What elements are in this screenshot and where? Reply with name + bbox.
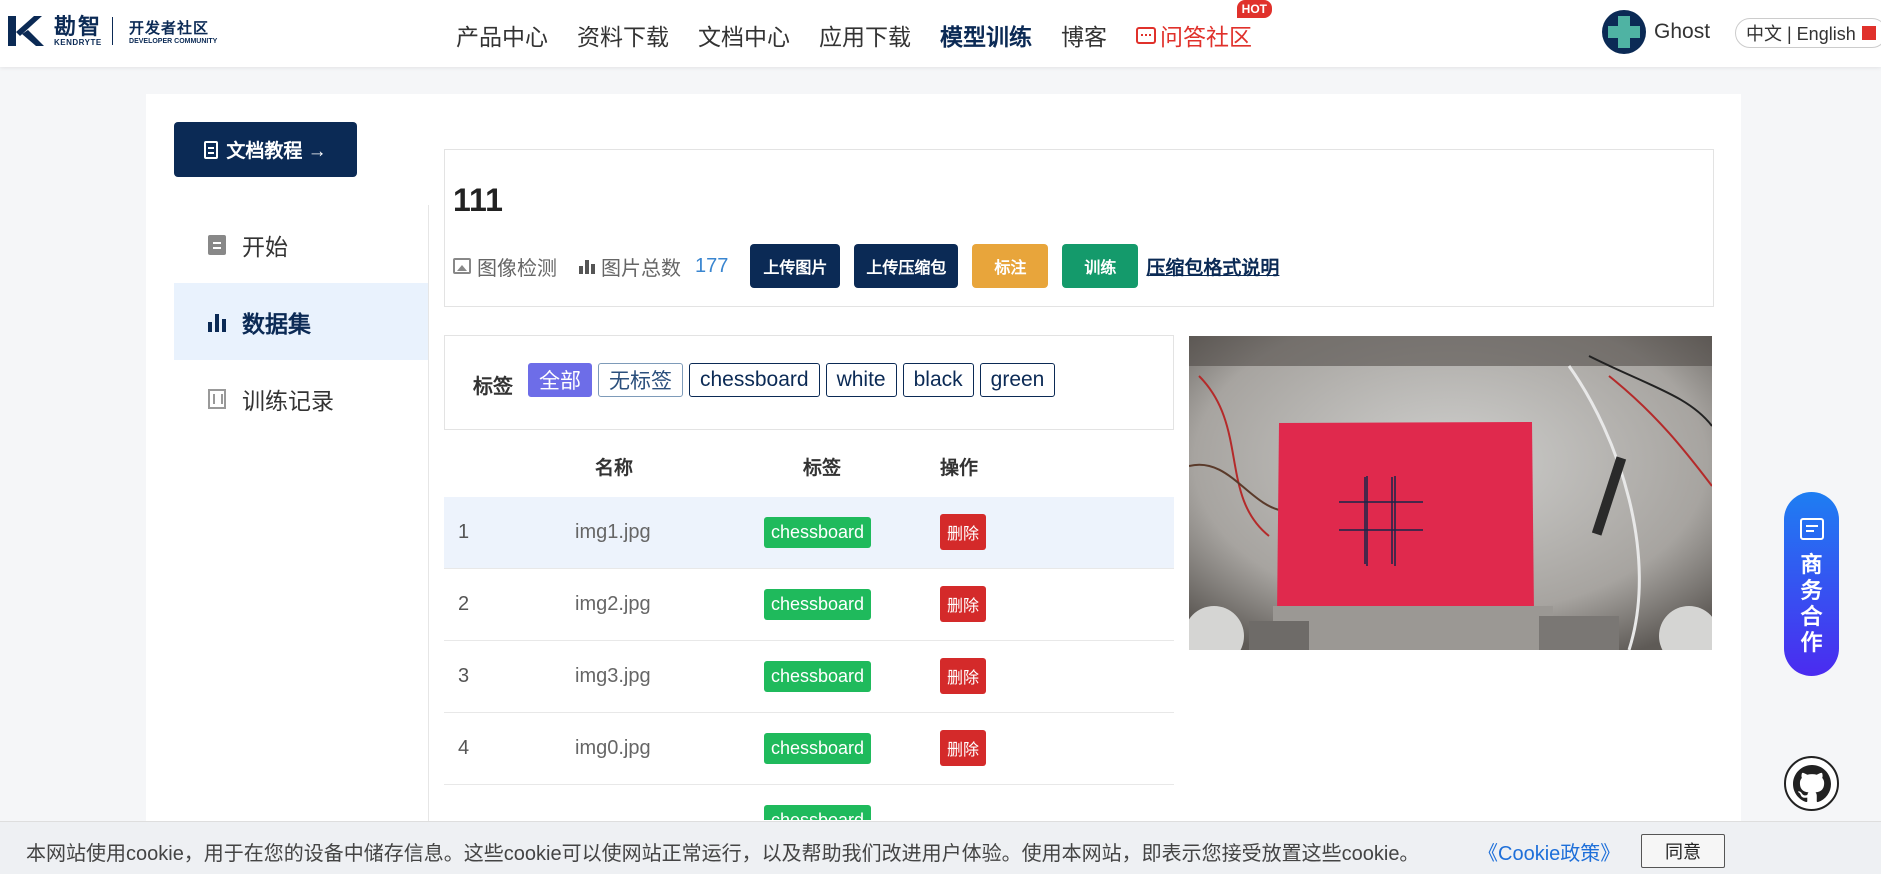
business-cooperation-label: 商务合作 [1800, 552, 1823, 655]
sidebar-divider [428, 205, 429, 874]
dataset-type: 图像检测 [453, 252, 557, 281]
tag-filter: 标签 全部 无标签 chessboard white black green [444, 335, 1174, 430]
tag-filter-label: 标签 [473, 376, 513, 398]
clipboard-icon [208, 234, 226, 255]
github-icon [1792, 764, 1831, 802]
document-icon [204, 140, 219, 159]
delete-button[interactable]: 删除 [940, 586, 986, 622]
tag-chip-white[interactable]: white [825, 363, 897, 397]
row-tag-badge: chessboard [764, 733, 872, 764]
tag-chip-all[interactable]: 全部 [528, 363, 592, 397]
tag-chip-green[interactable]: green [979, 363, 1056, 397]
row-index: 3 [458, 665, 470, 687]
row-filename: img3.jpg [575, 665, 651, 687]
delete-button[interactable]: 删除 [940, 658, 986, 694]
business-cooperation-button[interactable]: 商务合作 [1784, 492, 1839, 676]
image-icon [453, 258, 471, 274]
flag-icon [1861, 26, 1876, 40]
tag-chip-untagged[interactable]: 无标签 [598, 363, 683, 397]
delete-button[interactable]: 删除 [940, 730, 986, 766]
dataset-toolbar: 图像检测 图片总数 177 上传图片 上传压缩包 标注 训练 压缩包格式说明 [453, 244, 1279, 288]
nav-product-center[interactable]: 产品中心 [456, 18, 548, 52]
upload-images-button[interactable]: 上传图片 [750, 244, 841, 288]
train-button[interactable]: 训练 [1062, 244, 1139, 288]
doc-tutorial-button[interactable]: 文档教程 → [174, 122, 357, 177]
github-button[interactable] [1784, 756, 1839, 811]
sidebar-item-start[interactable]: 开始 [174, 206, 428, 283]
bar-chart-icon [579, 258, 595, 274]
main-nav: 产品中心 资料下载 文档中心 应用下载 模型训练 博客 问答社区 HOT [456, 0, 1281, 52]
nav-app-download[interactable]: 应用下载 [819, 18, 911, 52]
tag-chip-chessboard[interactable]: chessboard [689, 363, 820, 397]
tag-chip-black[interactable]: black [902, 363, 974, 397]
avatar [1602, 10, 1646, 54]
column-header-name: 名称 [595, 458, 634, 479]
row-tag-badge: chessboard [764, 805, 872, 820]
row-index: 1 [458, 521, 470, 543]
table-row[interactable]: 2 img2.jpg chessboard 删除 [444, 569, 1174, 641]
row-filename: img1.jpg [575, 521, 651, 543]
table-row[interactable]: 4 img0.jpg chessboard 删除 [444, 713, 1174, 785]
cookie-banner: 本网站使用cookie，用于在您的设备中储存信息。这些cookie可以使网站正常… [0, 821, 1881, 874]
nav-downloads[interactable]: 资料下载 [577, 18, 669, 52]
sidebar-item-label: 数据集 [242, 310, 311, 337]
column-header-tag: 标签 [803, 458, 842, 479]
image-count: 图片总数 177 [579, 252, 728, 281]
dataset-title: 111 [453, 182, 503, 218]
image-count-label: 图片总数 [601, 257, 681, 280]
image-table: 名称 标签 操作 1 img1.jpg chessboard 删除 2 img2… [444, 435, 1174, 820]
cookie-accept-button[interactable]: 同意 [1641, 834, 1725, 868]
community-chinese: 开发者社区 [129, 20, 210, 37]
site-logo[interactable]: 勘智 KENDRYTE 开发者社区 DEVELOPER COMMUNITY [6, 12, 217, 50]
annotate-button[interactable]: 标注 [972, 244, 1049, 288]
bar-chart-icon [208, 312, 226, 332]
row-index: 2 [458, 593, 470, 615]
tag-list: 全部 无标签 chessboard white black green [528, 363, 1061, 397]
sidebar-item-label: 训练记录 [242, 387, 334, 414]
user-menu[interactable]: Ghost [1602, 10, 1710, 54]
upload-zip-button[interactable]: 上传压缩包 [854, 244, 959, 288]
logo-chinese: 勘智 [54, 13, 103, 39]
row-index: 4 [458, 737, 470, 759]
column-header-action: 操作 [940, 458, 979, 479]
dataset-header: 111 图像检测 图片总数 177 上传图片 上传压缩包 标注 训练 压缩包格式… [444, 149, 1714, 307]
doc-tutorial-label: 文档教程 → [226, 141, 327, 162]
cookie-message: 本网站使用cookie，用于在您的设备中储存信息。这些cookie可以使网站正常… [26, 843, 1420, 865]
delete-button[interactable]: 删除 [940, 514, 986, 550]
row-tag-badge: chessboard [764, 589, 872, 620]
top-navbar: 勘智 KENDRYTE 开发者社区 DEVELOPER COMMUNITY 产品… [0, 0, 1881, 67]
community-english: DEVELOPER COMMUNITY [129, 38, 218, 45]
nav-blog[interactable]: 博客 [1061, 18, 1107, 52]
preview-photo [1189, 336, 1712, 650]
row-tag-badge: chessboard [764, 517, 872, 548]
logo-english: KENDRYTE [54, 37, 102, 47]
zip-format-link[interactable]: 压缩包格式说明 [1146, 253, 1279, 280]
dataset-type-label: 图像检测 [477, 257, 557, 280]
nav-docs[interactable]: 文档中心 [698, 18, 790, 52]
sidebar-item-dataset[interactable]: 数据集 [174, 283, 428, 360]
sidebar-item-label: 开始 [242, 233, 288, 260]
chat-icon [1136, 26, 1156, 44]
image-count-value: 177 [695, 254, 729, 277]
nav-model-training[interactable]: 模型训练 [940, 18, 1032, 52]
table-row[interactable]: 1 img1.jpg chessboard 删除 [444, 497, 1174, 569]
table-row[interactable]: 3 img3.jpg chessboard 删除 [444, 641, 1174, 713]
language-label: 中文 | English [1746, 24, 1856, 44]
cookie-policy-link[interactable]: 《Cookie政策》 [1478, 837, 1620, 866]
building-icon [208, 388, 226, 409]
table-row[interactable]: chessboard [444, 785, 1174, 820]
sidebar-item-training-records[interactable]: 训练记录 [174, 360, 428, 437]
row-tag-badge: chessboard [764, 661, 872, 692]
nav-qa-label: 问答社区 [1160, 24, 1252, 50]
kendryte-logo-icon [8, 16, 44, 46]
message-icon [1799, 518, 1824, 540]
hot-badge: HOT [1236, 0, 1272, 18]
user-name: Ghost [1654, 20, 1711, 43]
language-switch[interactable]: 中文 | English [1735, 18, 1881, 48]
row-filename: img0.jpg [575, 737, 651, 759]
logo-divider [112, 17, 114, 45]
nav-qa-community[interactable]: 问答社区 HOT [1136, 0, 1272, 52]
row-filename: img2.jpg [575, 593, 651, 615]
image-preview[interactable] [1189, 336, 1712, 650]
